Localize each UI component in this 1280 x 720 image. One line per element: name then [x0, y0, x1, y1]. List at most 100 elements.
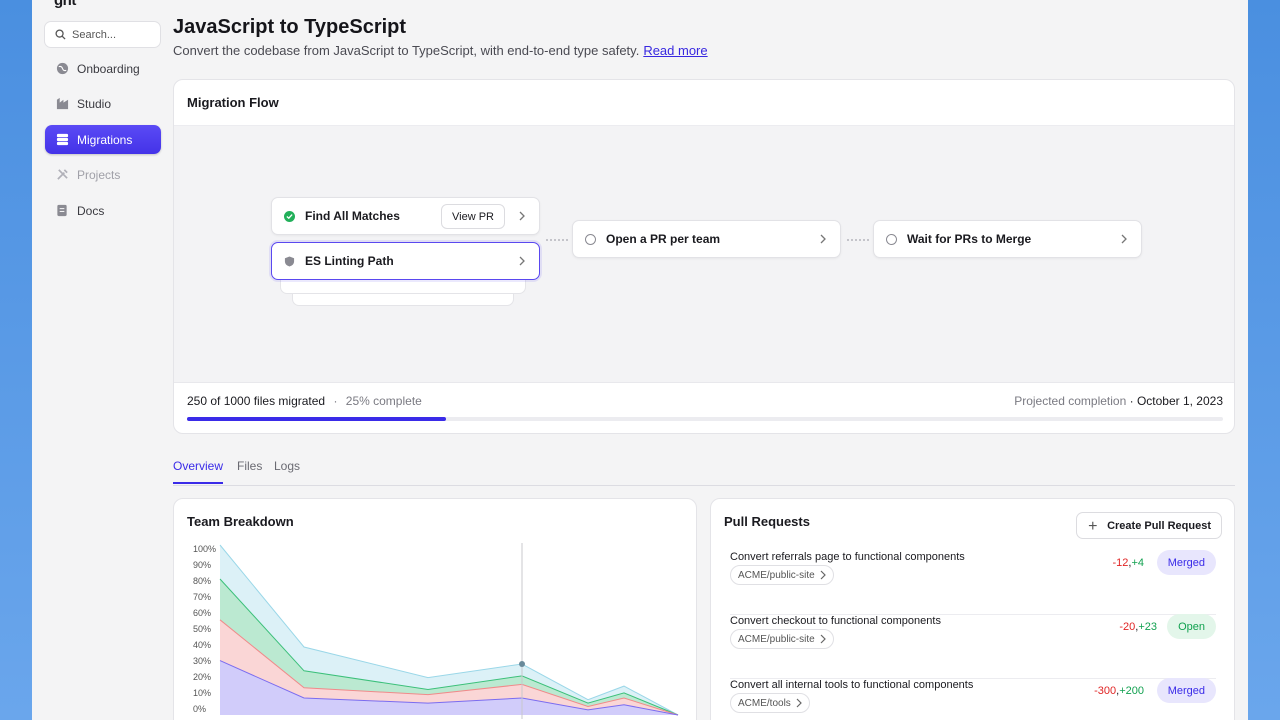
team-breakdown-title: Team Breakdown: [187, 514, 294, 529]
sidebar-item-migrations[interactable]: Migrations: [45, 125, 161, 154]
globe-icon: [55, 62, 69, 76]
y-tick-label: 100%: [193, 544, 217, 554]
pending-circle-icon: [585, 233, 596, 245]
sidebar-item-label: Migrations: [77, 132, 133, 147]
node-wait-for-prs[interactable]: Wait for PRs to Merge: [873, 220, 1142, 258]
main-content: JavaScript to TypeScript Convert the cod…: [173, 0, 1235, 720]
repo-label: ACME/public-site: [738, 569, 815, 581]
chevron-right-icon: [820, 634, 826, 644]
projected-completion: Projected completion · October 1, 2023: [1014, 394, 1223, 408]
sidebar-item-projects[interactable]: Projects: [45, 160, 161, 189]
sidebar-item-label: Projects: [77, 167, 121, 182]
tab-logs[interactable]: Logs: [274, 459, 300, 473]
repo-label: ACME/public-site: [738, 633, 815, 645]
node-find-all-matches[interactable]: Find All Matches View PR: [271, 197, 540, 235]
y-tick-label: 70%: [193, 592, 212, 602]
pr-title: Convert checkout to functional component…: [730, 615, 941, 627]
y-tick-label: 50%: [193, 624, 212, 634]
status-badge: Merged: [1156, 550, 1216, 575]
chevron-right-icon: [1121, 234, 1127, 244]
y-tick-label: 40%: [193, 640, 212, 650]
diff-additions: +4: [1131, 557, 1144, 569]
team-breakdown-card: Team Breakdown 100% 90% 80% 70% 60% 50% 40% 30%…: [173, 498, 697, 720]
sidebar-item-label: Onboarding: [77, 61, 140, 76]
pr-row[interactable]: Convert referrals page to functional com…: [730, 550, 1216, 615]
tab-files[interactable]: Files: [237, 459, 262, 473]
diff-deletions: -12: [1112, 557, 1129, 569]
doc-icon: [55, 204, 69, 218]
flow-canvas[interactable]: Find All Matches View PR ES Linting Path…: [174, 126, 1234, 383]
app-logo[interactable]: gnt: [54, 0, 76, 9]
flow-connector: [546, 239, 568, 241]
sidebar-item-docs[interactable]: Docs: [45, 196, 161, 225]
y-tick-label: 20%: [193, 672, 212, 682]
sidebar-item-onboarding[interactable]: Onboarding: [45, 54, 161, 83]
hover-point[interactable]: [519, 661, 525, 667]
chevron-right-icon: [519, 256, 525, 266]
repo-chip[interactable]: ACME/tools: [730, 693, 810, 713]
pr-title: Convert all internal tools to functional…: [730, 679, 974, 691]
projected-label: Projected completion: [1014, 394, 1127, 408]
y-tick-label: 0%: [193, 704, 207, 714]
pr-diff: -12,+4: [1112, 557, 1144, 569]
app-window: gnt Search... Onboarding Studio Migratio…: [32, 0, 1248, 720]
create-pull-request-button[interactable]: + Create Pull Request: [1076, 512, 1222, 539]
pr-diff: -20,+23: [1119, 621, 1157, 633]
tools-icon: [55, 168, 69, 182]
repo-chip[interactable]: ACME/public-site: [730, 629, 834, 649]
read-more-link[interactable]: Read more: [643, 43, 707, 58]
percent-complete: 25% complete: [345, 394, 422, 408]
node-label: ES Linting Path: [305, 254, 394, 268]
pending-circle-icon: [886, 233, 897, 245]
node-label: Open a PR per team: [606, 232, 721, 246]
sidebar-item-label: Docs: [77, 203, 105, 218]
database-icon: [55, 133, 69, 147]
search-icon: [55, 29, 66, 40]
node-open-pr-per-team[interactable]: Open a PR per team: [572, 220, 841, 258]
sidebar: gnt Search... Onboarding Studio Migratio…: [32, 0, 172, 720]
pr-title: Convert referrals page to functional com…: [730, 551, 965, 563]
node-label: Wait for PRs to Merge: [907, 232, 1032, 246]
migration-progress: 250 of 1000 files migrated · 25% complet…: [187, 394, 1223, 408]
pr-row[interactable]: Convert checkout to functional component…: [730, 614, 1216, 679]
repo-label: ACME/tools: [738, 697, 791, 709]
check-circle-icon: [284, 210, 295, 222]
chevron-right-icon: [820, 570, 826, 580]
create-pull-request-label: Create Pull Request: [1107, 519, 1211, 532]
pr-diff: -300,+200: [1094, 685, 1144, 697]
files-migrated-text: 250 of 1000 files migrated: [187, 394, 326, 408]
pull-requests-title: Pull Requests: [724, 514, 810, 529]
chevron-right-icon: [796, 698, 802, 708]
y-tick-label: 80%: [193, 576, 212, 586]
y-tick-label: 60%: [193, 608, 212, 618]
repo-chip[interactable]: ACME/public-site: [730, 565, 834, 585]
sidebar-item-studio[interactable]: Studio: [45, 89, 161, 118]
plus-icon: +: [1088, 518, 1098, 535]
diff-additions: +23: [1138, 621, 1157, 633]
diff-additions: +200: [1119, 685, 1144, 697]
tab-overview[interactable]: Overview: [173, 459, 224, 484]
chevron-right-icon: [820, 234, 826, 244]
team-breakdown-chart[interactable]: [218, 543, 688, 719]
flow-title: Migration Flow: [174, 80, 1234, 126]
subtitle-text: Convert the codebase from JavaScript to …: [173, 43, 640, 58]
separator: ·: [333, 394, 338, 408]
progress-bar-fill: [187, 417, 446, 421]
flow-connector: [847, 239, 869, 241]
page-title: JavaScript to TypeScript: [173, 16, 407, 38]
page-subtitle: Convert the codebase from JavaScript to …: [173, 43, 708, 58]
tab-bar: Overview Files Logs: [173, 459, 1235, 486]
y-tick-label: 30%: [193, 656, 212, 666]
pr-row[interactable]: Convert all internal tools to functional…: [730, 678, 1216, 720]
progress-bar: [187, 417, 1223, 421]
chevron-right-icon: [519, 211, 525, 221]
node-es-linting-path[interactable]: ES Linting Path: [271, 242, 540, 280]
node-label: Find All Matches: [305, 209, 400, 223]
diff-deletions: -20: [1119, 621, 1136, 633]
y-tick-label: 90%: [193, 560, 212, 570]
y-tick-label: 10%: [193, 688, 212, 698]
view-pr-button[interactable]: View PR: [441, 204, 505, 229]
status-badge: Merged: [1156, 678, 1216, 703]
status-badge: Open: [1167, 614, 1216, 639]
search-input[interactable]: Search...: [44, 21, 161, 48]
